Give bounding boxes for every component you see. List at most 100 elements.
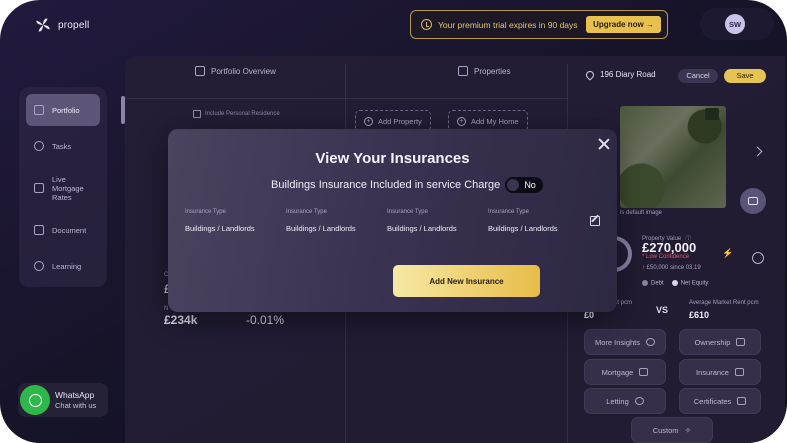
- insurance-type-value: Buildings / Landlords: [387, 224, 457, 233]
- whatsapp-icon: [20, 385, 50, 415]
- clock-icon: [421, 19, 432, 30]
- close-icon[interactable]: [598, 138, 610, 150]
- upgrade-button[interactable]: Upgrade now →: [586, 16, 661, 33]
- home-icon: [736, 338, 746, 346]
- insurance-item[interactable]: Insurance Type Buildings / Landlords: [185, 209, 255, 233]
- insurance-type-label: Insurance Type: [185, 209, 226, 215]
- sidebar-item-live-mortgage-rates[interactable]: Live Mortgage Rates: [26, 166, 100, 210]
- whatsapp-subtitle: Chat with us: [55, 400, 97, 410]
- value-change: ↑ £50,000 since 03.19: [642, 265, 701, 271]
- service-charge-toggle[interactable]: No: [505, 177, 544, 193]
- whatsapp-chat-button[interactable]: WhatsApp Chat with us: [18, 383, 108, 417]
- property-satellite-image: [620, 106, 726, 208]
- default-image-note: is default image: [620, 210, 663, 216]
- insurance-item[interactable]: Insurance Type Buildings / Landlords: [488, 209, 558, 233]
- insurance-modal: View Your Insurances Buildings Insurance…: [168, 129, 617, 312]
- include-personal-residence[interactable]: Include Personal Residence: [193, 110, 280, 118]
- button-label: Letting: [606, 396, 629, 406]
- plus-icon: +: [457, 116, 466, 126]
- legend-label: Net Equity: [680, 280, 709, 287]
- toggle-label: No: [524, 180, 536, 190]
- rent-right-label: Average Market Rent pcm: [689, 300, 759, 306]
- building-icon: [458, 66, 468, 76]
- chart-icon: [34, 183, 44, 193]
- property-address: 196 Diary Road: [584, 68, 656, 81]
- button-label: Add Property: [378, 116, 422, 126]
- button-label: Custom: [652, 425, 679, 435]
- sidebar-item-label: Document: [52, 225, 87, 235]
- more-insights-button[interactable]: More Insights: [584, 329, 666, 355]
- modal-title: View Your Insurances: [315, 150, 470, 167]
- sidebar-item-label: Portfolio: [52, 105, 80, 115]
- briefcase-icon: [734, 368, 744, 376]
- checkbox[interactable]: [193, 110, 201, 118]
- sidebar-item-document[interactable]: Document: [26, 214, 100, 246]
- button-label: Mortgage: [601, 367, 634, 377]
- portfolio-overview-header[interactable]: Portfolio Overview: [195, 66, 276, 76]
- property-value: £270,000: [642, 240, 697, 255]
- sparkle-icon: ✧: [684, 425, 692, 435]
- insurance-type-label: Insurance Type: [286, 209, 327, 215]
- portfolio-icon: [34, 105, 44, 115]
- people-icon: [634, 397, 644, 405]
- stat-value-text: £234k: [164, 313, 198, 327]
- confidence-badge: * Low Confidence: [642, 254, 690, 260]
- bell-icon: [34, 141, 44, 151]
- legend-label: Debt: [651, 280, 664, 287]
- legend-dot: [671, 280, 678, 286]
- checkbox-label: Include Personal Residence: [205, 111, 280, 117]
- propell-logo-icon: [36, 18, 50, 32]
- whatsapp-text: WhatsApp Chat with us: [55, 390, 96, 409]
- rent-right-value: £610: [689, 310, 710, 320]
- avatar[interactable]: SW: [725, 14, 745, 34]
- stat-fragment: N: [164, 306, 169, 312]
- camera-button[interactable]: [740, 188, 766, 214]
- add-new-insurance-button[interactable]: Add New Insurance: [393, 265, 540, 297]
- insurance-item[interactable]: Insurance Type Buildings / Landlords: [387, 209, 457, 233]
- portfolio-icon: [195, 66, 205, 76]
- letting-button[interactable]: Letting: [584, 388, 666, 414]
- sidebar-item-label: Live Mortgage Rates: [52, 174, 84, 202]
- chart-legend: Debt Net Equity: [642, 280, 708, 287]
- properties-header[interactable]: Properties: [458, 66, 510, 76]
- cancel-button[interactable]: Cancel: [678, 69, 718, 83]
- plus-icon: +: [364, 116, 373, 126]
- address-text: 196 Diary Road: [600, 70, 656, 79]
- legend-dot: [642, 280, 648, 286]
- trial-text: Your premium trial expires in 90 days: [438, 19, 578, 30]
- legend-net-equity: Net Equity: [671, 280, 709, 287]
- folder-icon: [34, 225, 44, 235]
- camera-icon: [748, 197, 758, 205]
- toggle-knob: [507, 179, 520, 191]
- sidebar-item-portfolio[interactable]: Portfolio: [26, 94, 100, 126]
- edit-icon[interactable]: [590, 216, 600, 226]
- sidebar-item-tasks[interactable]: Tasks: [26, 130, 100, 162]
- insurance-type-label: Insurance Type: [387, 209, 428, 215]
- bolt-icon[interactable]: ⚡: [722, 248, 733, 259]
- button-label: Certificates: [693, 396, 732, 406]
- bulb-icon: [34, 261, 44, 271]
- save-button[interactable]: Save: [724, 69, 766, 83]
- mortgage-button[interactable]: Mortgage: [584, 359, 666, 385]
- service-charge-label: Buildings Insurance Included in service …: [271, 179, 501, 191]
- stat-value: £234k: [164, 313, 197, 327]
- insurance-item[interactable]: Insurance Type Buildings / Landlords: [286, 209, 356, 233]
- insurance-button[interactable]: Insurance: [679, 359, 761, 385]
- whatsapp-title: WhatsApp: [55, 390, 95, 401]
- user-menu[interactable]: SW: [700, 8, 774, 40]
- map-badge-icon: [705, 108, 719, 120]
- ownership-button[interactable]: Ownership: [679, 329, 761, 355]
- logo[interactable]: propell: [34, 16, 89, 34]
- custom-button[interactable]: Custom ✧: [631, 417, 713, 443]
- refresh-icon[interactable]: [752, 252, 764, 264]
- app-window: propell Your premium trial expires in 90…: [0, 0, 787, 443]
- certificates-button[interactable]: Certificates: [679, 388, 761, 414]
- insurance-type-value: Buildings / Landlords: [286, 224, 356, 233]
- app-name: propell: [58, 19, 90, 31]
- service-charge-row: Buildings Insurance Included in service …: [271, 177, 544, 193]
- eye-icon: [646, 338, 656, 346]
- sidebar-item-learning[interactable]: Learning: [26, 250, 100, 282]
- stat-change: -0.01%: [246, 313, 285, 327]
- sidebar-item-label: Learning: [52, 261, 82, 271]
- button-label: Ownership: [694, 337, 731, 347]
